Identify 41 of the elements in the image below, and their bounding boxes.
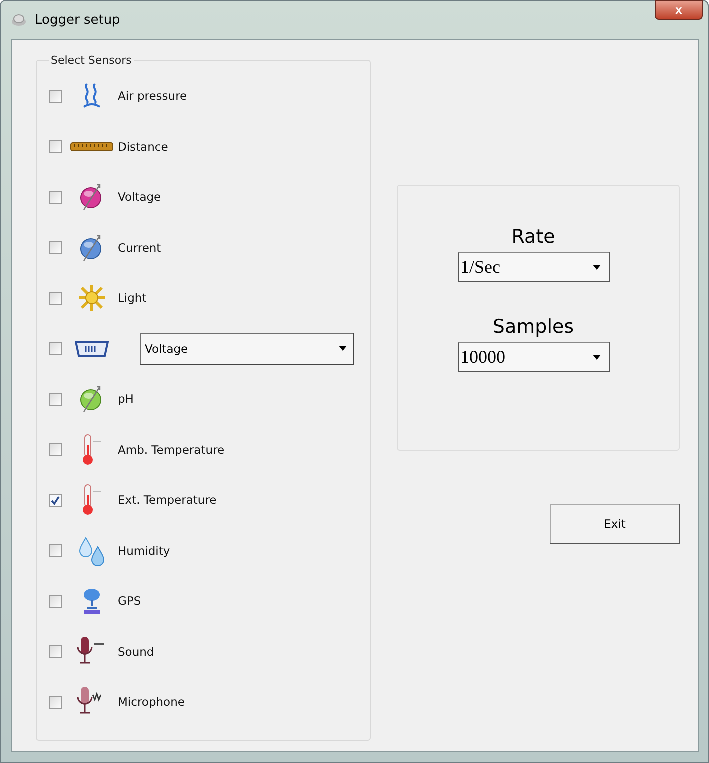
checkbox[interactable] bbox=[49, 645, 62, 658]
checkbox[interactable] bbox=[49, 594, 62, 608]
setting-label: Samples bbox=[492, 316, 574, 338]
sensor-dropdown[interactable]: Voltage bbox=[140, 332, 354, 365]
dropdown-arrow-icon bbox=[592, 264, 600, 270]
dropdown-arrow-icon bbox=[592, 354, 600, 360]
sensor-label: Amb. Temperature bbox=[118, 442, 225, 457]
window-title: Logger setup bbox=[35, 12, 120, 28]
sensor-label: Humidity bbox=[118, 544, 170, 558]
sensor-label: Light bbox=[118, 291, 147, 306]
checkbox[interactable] bbox=[49, 494, 62, 507]
checkbox[interactable] bbox=[49, 140, 62, 154]
setting-dropdown[interactable]: 1/Sec bbox=[458, 252, 610, 282]
sensor-label: Ext. Temperature bbox=[118, 493, 217, 508]
dropdown-arrow-icon bbox=[339, 346, 347, 352]
droplets-icon bbox=[77, 536, 107, 566]
checkbox[interactable] bbox=[49, 342, 62, 356]
sensor-label: Sound bbox=[118, 644, 154, 659]
checkbox[interactable] bbox=[49, 190, 62, 204]
sensor-label: Distance bbox=[118, 140, 168, 154]
sensor-label: Current bbox=[118, 240, 162, 255]
checkbox[interactable] bbox=[49, 443, 62, 456]
meter-icon bbox=[75, 340, 109, 358]
checkbox[interactable] bbox=[49, 241, 62, 254]
checkbox[interactable] bbox=[49, 544, 62, 558]
checkbox[interactable] bbox=[49, 696, 62, 709]
setting-dropdown[interactable]: 10000 bbox=[458, 342, 610, 372]
checkbox[interactable] bbox=[49, 392, 62, 406]
checkbox[interactable] bbox=[49, 292, 62, 305]
pressure-icon bbox=[81, 82, 103, 110]
sensor-label: Air pressure bbox=[118, 89, 188, 104]
setting-label: Rate bbox=[512, 226, 556, 248]
group-title: Select Sensors bbox=[50, 54, 133, 67]
sensor-label: Microphone bbox=[118, 695, 185, 710]
app-icon bbox=[11, 13, 27, 27]
sensor-label: GPS bbox=[118, 594, 142, 608]
sensor-label: pH bbox=[118, 392, 134, 406]
ruler-icon bbox=[70, 142, 114, 152]
sensor-label: Voltage bbox=[118, 190, 162, 204]
checkbox[interactable] bbox=[49, 90, 62, 103]
exit-button[interactable]: Exit bbox=[550, 504, 680, 544]
